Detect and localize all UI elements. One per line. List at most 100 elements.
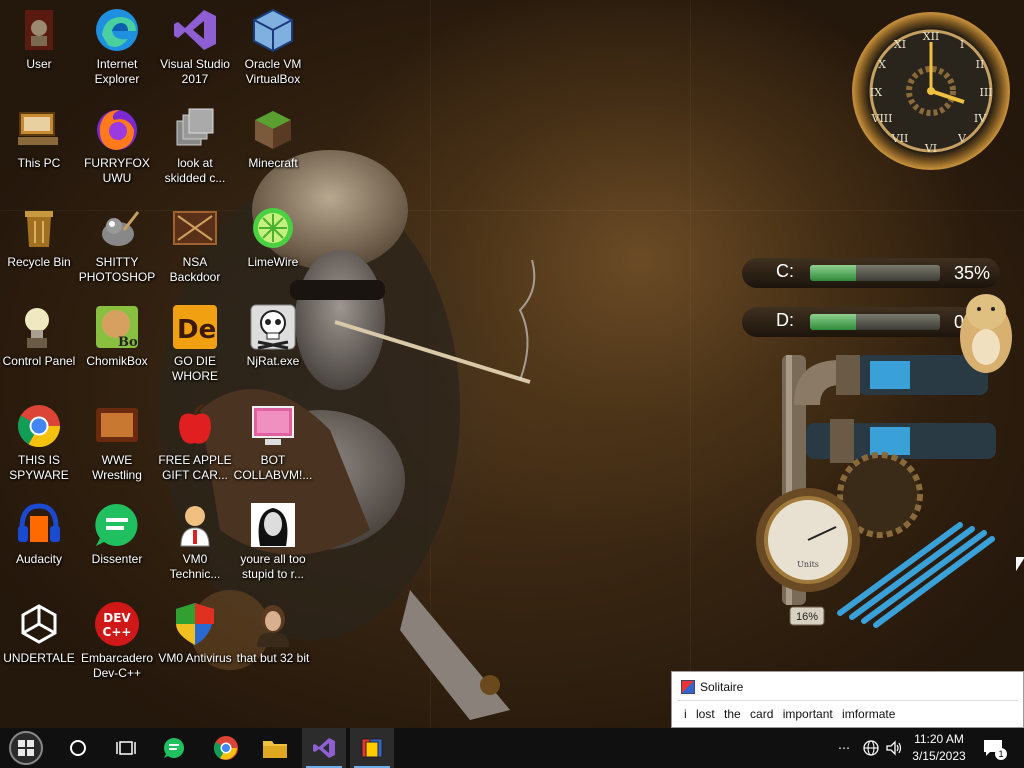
desktop-icon-gimp[interactable]: SHITTY PHOTOSHOP [78, 198, 156, 285]
cortana-button[interactable] [56, 728, 100, 768]
svg-text:II: II [976, 58, 985, 71]
desktop-icon-label: THIS IS SPYWARE [9, 453, 69, 482]
desktop-icon-windows-copy[interactable]: look at skidded c... [156, 99, 234, 186]
svg-text:XII: XII [923, 30, 940, 43]
desktop-icon-adobe-de[interactable]: De GO DIE WHORE [156, 297, 234, 384]
desktop-icon-tv[interactable]: WWE Wrestling [78, 396, 156, 483]
desktop-icon-label: youre all too stupid to r... [240, 552, 306, 581]
desktop-icon-dissenter[interactable]: Dissenter [78, 495, 156, 567]
chrome-button[interactable] [204, 728, 248, 768]
steampunk-clock-gadget[interactable]: XII I II III IV V VI VII VIII IX X XI [852, 12, 1010, 170]
drive-percent: 35% [954, 263, 991, 283]
visual-studio-icon [313, 738, 335, 758]
taskbar-date: 3/15/2023 [912, 749, 966, 763]
skull-icon [249, 303, 297, 351]
volume-button[interactable] [885, 728, 903, 768]
desktop-icon-chrome[interactable]: THIS IS SPYWARE [0, 396, 78, 483]
desktop-icon-label: NSA Backdoor [169, 255, 221, 284]
desktop-icon-label: Dissenter [91, 552, 143, 566]
desktop-icon-portrait[interactable]: youre all too stupid to r... [234, 495, 312, 582]
taskbar-clock[interactable]: 11:20 AM 3/15/2023 [906, 731, 972, 765]
desktop-icon-unity[interactable]: UNDERTALE [0, 594, 78, 666]
desktop-icon-devcpp[interactable]: DEV C++ Embarcadero Dev-C++ [78, 594, 156, 681]
desktop-icon-label: This PC [17, 156, 61, 170]
desktop-icon-visual-studio[interactable]: Visual Studio 2017 [156, 0, 234, 87]
svg-text:VII: VII [891, 132, 909, 145]
pipe-gauge-gadget[interactable]: Units 16% [740, 345, 1010, 655]
desktop-icon-pink-monitor[interactable]: BOT COLLABVM!... [234, 396, 312, 483]
desktop-icon-label: WWE Wrestling [92, 453, 142, 482]
notification-count-badge: 1 [995, 748, 1007, 760]
desktop-icon-computer[interactable]: This PC [0, 99, 78, 171]
drive-usage-fill [810, 314, 856, 330]
desktop-icon-user-folder[interactable]: User [0, 0, 78, 72]
hamster-icon [960, 294, 1012, 373]
desktop-icon-minecraft[interactable]: Minecraft [234, 99, 312, 171]
desktop-icon-shield[interactable]: VM0 Antivirus [156, 594, 234, 666]
devcpp-icon: DEV C++ [93, 600, 141, 648]
desktop-icon-virtualbox[interactable]: Oracle VM VirtualBox [234, 0, 312, 87]
drive-letter: D: [776, 310, 794, 330]
drive-usage-fill [810, 265, 856, 281]
desktop[interactable]: User Internet Explorer Visual Studio 2017 O… [0, 0, 1024, 728]
desktop-icon-label: FREE APPLE GIFT CAR... [158, 453, 232, 482]
file-explorer-button[interactable] [253, 728, 297, 768]
start-button[interactable] [4, 728, 48, 768]
desktop-icon-label: Control Panel [2, 354, 76, 368]
desktop-icon-label: SHITTY PHOTOSHOP [78, 255, 156, 284]
desktop-icon-limewire[interactable]: LimeWire [234, 198, 312, 270]
svg-text:IV: IV [974, 112, 987, 125]
solitaire-cards-icon [361, 738, 383, 758]
desktop-icon-label: Recycle Bin [7, 255, 71, 269]
nsa-icon [171, 204, 219, 252]
desktop-icon-portrait-lady[interactable]: that but 32 bit [234, 594, 312, 666]
desktop-icon-technician[interactable]: VM0 Technic... [156, 495, 234, 582]
task-view-button[interactable] [104, 728, 148, 768]
desktop-icon-chomikbox[interactable]: Box ChomikBox [78, 297, 156, 369]
solitaire-notification[interactable]: Solitaire i lost the card important imfo… [671, 671, 1024, 728]
dissenter-button[interactable] [152, 728, 196, 768]
portrait-lady-icon [249, 600, 297, 648]
dissenter-icon [164, 738, 184, 758]
recycle-bin-icon [15, 204, 63, 252]
chrome-icon [15, 402, 63, 450]
desktop-icon-recycle-bin[interactable]: Recycle Bin [0, 198, 78, 270]
desktop-icon-label: Embarcadero Dev-C++ [80, 651, 154, 680]
desktop-icon-apple[interactable]: FREE APPLE GIFT CAR... [156, 396, 234, 483]
notification-title: Solitaire [700, 680, 744, 694]
unity-icon [15, 600, 63, 648]
windows-orb-icon [9, 731, 43, 765]
desktop-icon-label: NjRat.exe [246, 354, 300, 368]
folder-icon [263, 741, 287, 758]
user-folder-icon [15, 6, 63, 54]
desktop-icon-skull[interactable]: NjRat.exe [234, 297, 312, 369]
action-center-button[interactable]: 1 [982, 728, 1007, 768]
desktop-icon-nsa[interactable]: NSA Backdoor [156, 198, 234, 285]
chomikbox-icon: Box [93, 303, 141, 351]
desktop-icon-label: LimeWire [247, 255, 299, 269]
drive-letter: C: [776, 261, 794, 281]
show-hidden-icons-button[interactable]: ⋯ [838, 728, 850, 768]
desktop-icon-label: User [26, 57, 52, 71]
taskbar-time: 11:20 AM [914, 732, 964, 746]
svg-text:III: III [979, 86, 992, 99]
audacity-icon [15, 501, 63, 549]
notification-divider [678, 700, 1018, 701]
desktop-icon-edge[interactable]: Internet Explorer [78, 0, 156, 87]
portrait-icon [249, 501, 297, 549]
desktop-icon-firefox[interactable]: FURRYFOX UWU [78, 99, 156, 186]
desktop-icon-control-panel[interactable]: Control Panel [0, 297, 78, 369]
desktop-icon-label: FURRYFOX UWU [84, 156, 150, 185]
desktop-icon-label: UNDERTALE [3, 651, 75, 665]
desktop-icon-audacity[interactable]: Audacity [0, 495, 78, 567]
svg-text:I: I [960, 38, 964, 51]
apple-icon [171, 402, 219, 450]
solitaire-button[interactable] [350, 728, 394, 768]
limewire-icon [249, 204, 297, 252]
desktop-icon-label: Audacity [15, 552, 63, 566]
gimp-icon [93, 204, 141, 252]
globe-icon [863, 740, 879, 756]
visual-studio-button[interactable] [302, 728, 346, 768]
solitaire-icon [681, 680, 695, 694]
network-button[interactable] [862, 728, 880, 768]
